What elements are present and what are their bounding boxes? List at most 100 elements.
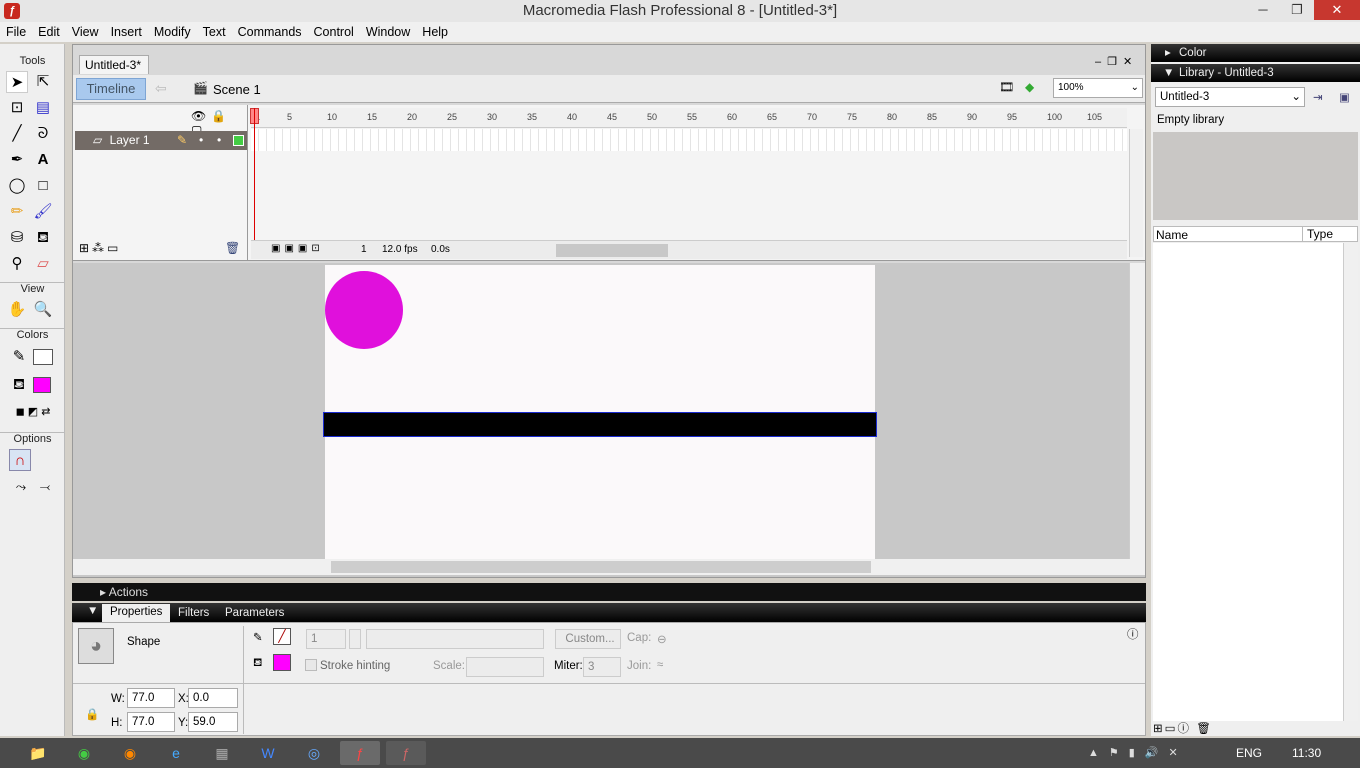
frame-rate[interactable]: 12.0 fps [382, 244, 418, 255]
fill-color-icon[interactable]: ⛾ [8, 374, 30, 396]
brush-tool-icon[interactable]: 🖌 [32, 201, 54, 223]
onion-skin-icons[interactable]: ▣▣▣⊡ [271, 243, 324, 254]
app-icon[interactable]: ◎ [294, 741, 334, 765]
zoom-select[interactable]: 100% ⌄ [1053, 78, 1143, 98]
library-bottom-icons[interactable]: ⊞▭ⓘ 🗑 [1153, 720, 1213, 736]
document-tab[interactable]: Untitled-3* [79, 55, 149, 74]
height-field[interactable]: 77.0 [127, 712, 175, 732]
subselection-tool-icon[interactable]: ⇱ [32, 71, 54, 93]
stroke-color-icon[interactable]: ✎ [8, 346, 30, 368]
free-transform-tool-icon[interactable]: ⊡ [6, 97, 28, 119]
join-icon[interactable]: ≈ [657, 659, 663, 671]
stroke-style-select[interactable] [366, 629, 544, 649]
stroke-hinting-checkbox[interactable] [305, 659, 317, 671]
y-field[interactable]: 59.0 [188, 712, 238, 732]
document-window-controls[interactable]: –❐✕ [1095, 55, 1138, 68]
x-field[interactable]: 0.0 [188, 688, 238, 708]
lock-dot[interactable]: • [217, 131, 221, 150]
menu-window[interactable]: Window [360, 25, 416, 39]
close-button[interactable]: ✕ [1314, 0, 1360, 20]
stroke-height-field[interactable]: 1 [306, 629, 346, 649]
text-tool-icon[interactable]: A [32, 149, 54, 171]
oval-tool-icon[interactable]: ◯ [6, 175, 28, 197]
stroke-color-swatch[interactable] [33, 349, 53, 365]
lasso-tool-icon[interactable]: ᘐ [32, 123, 54, 145]
tab-filters[interactable]: Filters [178, 607, 209, 619]
timeline-hscroll-thumb[interactable] [556, 244, 668, 257]
tab-parameters[interactable]: Parameters [225, 607, 284, 619]
width-field[interactable]: 77.0 [127, 688, 175, 708]
library-select[interactable]: Untitled-3 ⌄ [1155, 87, 1305, 107]
stage[interactable] [323, 265, 877, 559]
help-icon[interactable]: ⓘ [1127, 626, 1139, 642]
pencil-tool-icon[interactable]: ✏ [6, 201, 28, 223]
flash-player-taskbar-icon[interactable]: ƒ [386, 741, 426, 765]
black-rectangle-shape[interactable] [323, 412, 877, 437]
snap-to-objects-icon[interactable]: ∩ [9, 449, 31, 471]
menu-view[interactable]: View [66, 25, 105, 39]
tab-properties[interactable]: Properties [102, 604, 171, 622]
eraser-tool-icon[interactable]: ▱ [32, 253, 54, 275]
scene-label[interactable]: Scene 1 [213, 82, 261, 97]
word-icon[interactable]: W [248, 741, 288, 765]
line-tool-icon[interactable]: ╱ [6, 123, 28, 145]
menu-text[interactable]: Text [197, 25, 232, 39]
library-vscroll[interactable] [1343, 243, 1358, 721]
restore-button[interactable]: ❐ [1280, 0, 1314, 20]
miter-field[interactable]: 3 [583, 657, 621, 677]
language-indicator[interactable]: ENG [1236, 746, 1262, 760]
magenta-circle-shape[interactable] [325, 271, 403, 349]
ink-bottle-tool-icon[interactable]: ⛁ [6, 227, 28, 249]
stroke-color-none-swatch[interactable]: ╱ [273, 628, 291, 645]
column-name[interactable]: Name [1156, 228, 1188, 242]
menu-edit[interactable]: Edit [32, 25, 66, 39]
straighten-icon[interactable]: ⤙ [34, 476, 56, 498]
cap-icon[interactable]: ⊖ [657, 632, 667, 646]
stage-hscroll-thumb[interactable] [331, 561, 871, 573]
system-tray-icons[interactable]: ▲⚑▮🔊✕ [1088, 746, 1188, 759]
custom-stroke-button[interactable]: Custom... [555, 629, 621, 649]
edit-scene-icon[interactable]: 🎞 [999, 80, 1014, 94]
timeline-vscroll[interactable] [1129, 129, 1143, 257]
flash-taskbar-icon[interactable]: ƒ [340, 741, 380, 765]
selection-tool-icon[interactable]: ➤ [6, 71, 28, 93]
gradient-transform-tool-icon[interactable]: ▤ [32, 97, 54, 119]
menu-help[interactable]: Help [416, 25, 454, 39]
menu-commands[interactable]: Commands [232, 25, 308, 39]
frame-ruler[interactable]: 1510152025303540455055606570758085909510… [251, 108, 1127, 128]
menu-insert[interactable]: Insert [105, 25, 148, 39]
stage-area[interactable] [73, 263, 1145, 577]
file-explorer-icon[interactable]: 📁 [18, 741, 58, 765]
playhead[interactable] [254, 108, 255, 242]
internet-explorer-icon[interactable]: e [156, 741, 196, 765]
pen-tool-icon[interactable]: ✒ [6, 149, 28, 171]
clock[interactable]: 11:30 [1292, 746, 1321, 760]
color-swap-icons[interactable]: ◼ ◩ ⇄ [6, 401, 60, 423]
minimize-button[interactable]: ─ [1246, 0, 1280, 20]
layer-row[interactable]: ▱ Layer 1 ✎ • • [75, 131, 247, 150]
hand-tool-icon[interactable]: ✋ [6, 299, 28, 321]
paint-bucket-tool-icon[interactable]: ⛾ [32, 227, 54, 249]
actions-panel-header[interactable]: ▸ Actions [72, 583, 1146, 601]
stroke-height-dropdown[interactable] [349, 629, 361, 649]
library-list[interactable] [1153, 243, 1343, 721]
smooth-icon[interactable]: ⤳ [10, 476, 32, 498]
edit-symbols-icon[interactable]: ◆ [1025, 80, 1034, 94]
stage-vscroll[interactable] [1129, 263, 1145, 559]
fill-color-swatch[interactable] [273, 654, 291, 671]
eyedropper-tool-icon[interactable]: ⚲ [6, 253, 28, 275]
collapse-arrow-icon[interactable]: ▼ [87, 605, 98, 617]
rectangle-tool-icon[interactable]: □ [32, 175, 54, 197]
menu-control[interactable]: Control [308, 25, 360, 39]
pin-library-icon[interactable]: ⇥ [1313, 90, 1323, 104]
calculator-icon[interactable]: ▦ [202, 741, 242, 765]
lock-proportions-icon[interactable]: 🔒 [85, 707, 99, 721]
back-arrow-icon[interactable]: ⇦ [155, 80, 167, 97]
zoom-tool-icon[interactable]: 🔍 [32, 299, 54, 321]
visibility-dot[interactable]: • [199, 131, 203, 150]
chrome-icon[interactable]: ◉ [64, 741, 104, 765]
stage-hscroll[interactable] [73, 559, 1145, 575]
add-layer-icons[interactable]: ⊞⁂▭ [79, 241, 121, 255]
scale-select[interactable] [466, 657, 544, 677]
timeline-toggle-button[interactable]: Timeline [76, 78, 146, 100]
